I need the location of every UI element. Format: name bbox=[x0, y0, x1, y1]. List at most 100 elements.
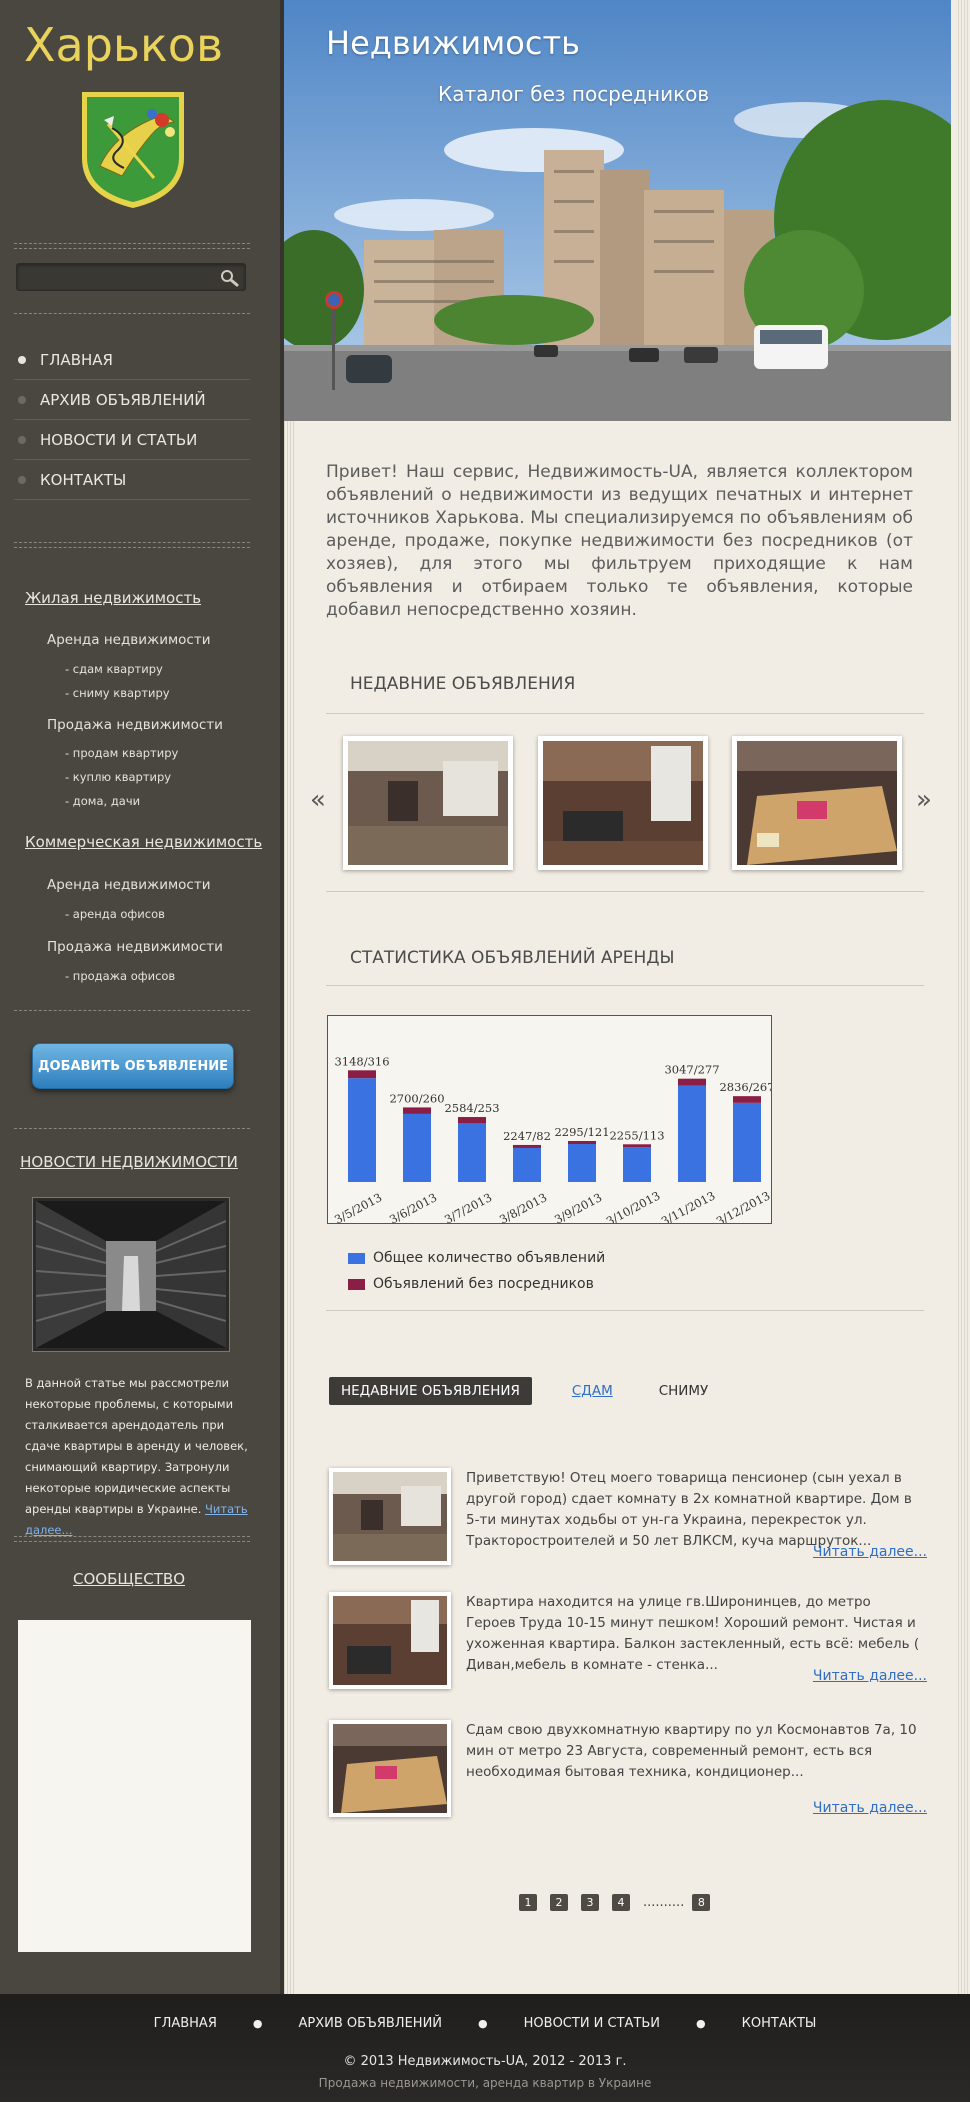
link-sell-flat[interactable]: - продам квартиру bbox=[65, 746, 178, 760]
page-button[interactable]: 3 bbox=[581, 1894, 599, 1911]
nav-item-contacts[interactable]: КОНТАКТЫ bbox=[14, 460, 250, 500]
nav-label: ГЛАВНАЯ bbox=[40, 350, 113, 369]
search-input[interactable] bbox=[16, 263, 246, 291]
tab-rent-out[interactable]: СДАМ bbox=[572, 1377, 613, 1405]
commercial-sale[interactable]: Продажа недвижимости bbox=[47, 939, 223, 955]
main-content: Недвижимость Каталог без посредников При… bbox=[284, 0, 970, 1994]
footer-tagline: Продажа недвижимости, аренда квартир в У… bbox=[318, 2076, 652, 2090]
recent-listings-title: НЕДАВНИЕ ОБЪЯВЛЕНИЯ bbox=[350, 674, 576, 694]
nav-item-home[interactable]: ГЛАВНАЯ bbox=[14, 340, 250, 380]
footer: ГЛАВНАЯ ● АРХИВ ОБЪЯВЛЕНИЙ ● НОВОСТИ И С… bbox=[0, 1994, 970, 2102]
commercial-rent[interactable]: Аренда недвижимости bbox=[47, 877, 210, 893]
data-label: 2584/253 bbox=[444, 1101, 499, 1115]
site-title: Харьков bbox=[24, 18, 224, 72]
carousel-next-button[interactable]: » bbox=[916, 785, 932, 815]
carousel-thumb[interactable] bbox=[538, 736, 708, 870]
x-tick-label: 3/5/2013 bbox=[332, 1190, 384, 1223]
hero-photo bbox=[284, 0, 951, 421]
link-rent-out-flat[interactable]: - сдам квартиру bbox=[65, 662, 163, 676]
stats-title: СТАТИСТИКА ОБЪЯВЛЕНИЙ АРЕНДЫ bbox=[350, 948, 675, 968]
footer-link-archive[interactable]: АРХИВ ОБЪЯВЛЕНИЙ bbox=[298, 2016, 442, 2031]
bullet-icon bbox=[18, 355, 26, 364]
page-button[interactable]: 1 bbox=[519, 1894, 537, 1911]
bar-owner bbox=[403, 1107, 431, 1114]
divider bbox=[326, 985, 924, 986]
listing-thumbnail[interactable] bbox=[329, 1720, 451, 1817]
footer-nav: ГЛАВНАЯ ● АРХИВ ОБЪЯВЛЕНИЙ ● НОВОСТИ И С… bbox=[0, 2016, 970, 2031]
category-commercial[interactable]: Коммерческая недвижимость bbox=[25, 833, 262, 851]
footer-separator: ● bbox=[696, 2017, 706, 2030]
link-houses[interactable]: - дома, дачи bbox=[65, 794, 140, 808]
category-residential[interactable]: Жилая недвижимость bbox=[25, 589, 201, 607]
community-widget bbox=[18, 1620, 251, 1952]
tab-rent-seek[interactable]: СНИМУ bbox=[659, 1377, 709, 1405]
footer-link-contacts[interactable]: КОНТАКТЫ bbox=[742, 2016, 817, 2031]
divider bbox=[14, 243, 250, 244]
news-excerpt-text: В данной статье мы рассмотрели некоторые… bbox=[25, 1376, 248, 1516]
data-label: 3148/316 bbox=[334, 1054, 389, 1068]
page-button[interactable]: 2 bbox=[550, 1894, 568, 1911]
divider bbox=[14, 542, 250, 543]
footer-separator: ● bbox=[478, 2017, 488, 2030]
legend-label: Объявлений без посредников bbox=[373, 1276, 594, 1292]
stats-chart: 3148/316 3/5/2013 2700/260 3/6/2013 2584/253… bbox=[327, 1015, 775, 1228]
residential-sale[interactable]: Продажа недвижимости bbox=[47, 717, 223, 733]
footer-link-news[interactable]: НОВОСТИ И СТАТЬИ bbox=[524, 2016, 660, 2031]
listing-thumbnail[interactable] bbox=[329, 1592, 451, 1689]
bar-total bbox=[513, 1147, 541, 1182]
x-tick-label: 3/9/2013 bbox=[552, 1190, 604, 1223]
pagination: 1 2 3 4 .......... 8 bbox=[519, 1894, 723, 1911]
listing-read-more-link[interactable]: Читать далее... bbox=[813, 1544, 927, 1560]
footer-link-home[interactable]: ГЛАВНАЯ bbox=[154, 2016, 217, 2031]
listing-text: Приветствую! Отец моего товарища пенсион… bbox=[466, 1470, 912, 1549]
listing-item: Сдам свою двухкомнатную квартиру по ул К… bbox=[329, 1720, 927, 1820]
bar-owner bbox=[678, 1078, 706, 1086]
nav-label: АРХИВ ОБЪЯВЛЕНИЙ bbox=[40, 390, 206, 409]
intro-text: Привет! Наш сервис, Недвижимость-UA, явл… bbox=[326, 462, 913, 620]
data-label: 2295/121 bbox=[554, 1125, 609, 1139]
bar-total bbox=[458, 1123, 486, 1182]
carousel-prev-button[interactable]: « bbox=[310, 785, 326, 815]
bullet-icon bbox=[18, 435, 26, 444]
listing-text: Сдам свою двухкомнатную квартиру по ул К… bbox=[466, 1722, 917, 1780]
nav-item-archive[interactable]: АРХИВ ОБЪЯВЛЕНИЙ bbox=[14, 380, 250, 420]
divider bbox=[326, 891, 924, 892]
add-listing-button[interactable]: ДОБАВИТЬ ОБЪЯВЛЕНИЕ bbox=[32, 1043, 234, 1089]
news-image[interactable] bbox=[33, 1198, 229, 1351]
bar-total bbox=[733, 1102, 761, 1182]
carousel-thumb[interactable] bbox=[732, 736, 902, 870]
page-button[interactable]: 4 bbox=[612, 1894, 630, 1911]
listing-text: Квартира находится на улице гв.Широнинце… bbox=[466, 1594, 920, 1673]
legend-swatch bbox=[348, 1252, 365, 1264]
listing-thumbnail[interactable] bbox=[329, 1468, 451, 1565]
data-label: 2247/82 bbox=[503, 1129, 551, 1143]
copyright: © 2013 Недвижимость-UA, 2012 - 2013 г. bbox=[343, 2054, 627, 2069]
footer-separator: ● bbox=[252, 2017, 263, 2030]
listing-photo bbox=[737, 741, 897, 865]
legend-swatch bbox=[348, 1278, 365, 1290]
link-rent-offices[interactable]: - аренда офисов bbox=[65, 907, 165, 921]
listing-photo bbox=[348, 741, 508, 865]
page-button-last[interactable]: 8 bbox=[692, 1894, 711, 1911]
nav-item-news[interactable]: НОВОСТИ И СТАТЬИ bbox=[14, 420, 250, 460]
city-crest-logo bbox=[82, 92, 184, 208]
divider bbox=[326, 713, 924, 714]
listing-read-more-link[interactable]: Читать далее... bbox=[813, 1668, 927, 1684]
community-heading[interactable]: СООБЩЕСТВО bbox=[0, 1570, 258, 1588]
tab-recent[interactable]: НЕДАВНИЕ ОБЪЯВЛЕНИЯ bbox=[329, 1377, 532, 1405]
news-heading[interactable]: НОВОСТИ НЕДВИЖИМОСТИ bbox=[0, 1153, 258, 1171]
bar-total bbox=[623, 1147, 651, 1182]
carousel-thumb[interactable] bbox=[343, 736, 513, 870]
divider bbox=[14, 1541, 250, 1542]
bar-owner bbox=[568, 1140, 596, 1145]
divider bbox=[14, 313, 250, 314]
link-sell-offices[interactable]: - продажа офисов bbox=[65, 969, 175, 983]
x-tick-label: 3/8/2013 bbox=[497, 1190, 549, 1223]
divider bbox=[326, 1310, 924, 1311]
link-rent-flat[interactable]: - сниму квартиру bbox=[65, 686, 170, 700]
listing-read-more-link[interactable]: Читать далее... bbox=[813, 1800, 927, 1816]
search-icon[interactable] bbox=[219, 268, 239, 288]
link-buy-flat[interactable]: - куплю квартиру bbox=[65, 770, 171, 784]
residential-rent[interactable]: Аренда недвижимости bbox=[47, 632, 210, 648]
bar-total bbox=[568, 1144, 596, 1182]
